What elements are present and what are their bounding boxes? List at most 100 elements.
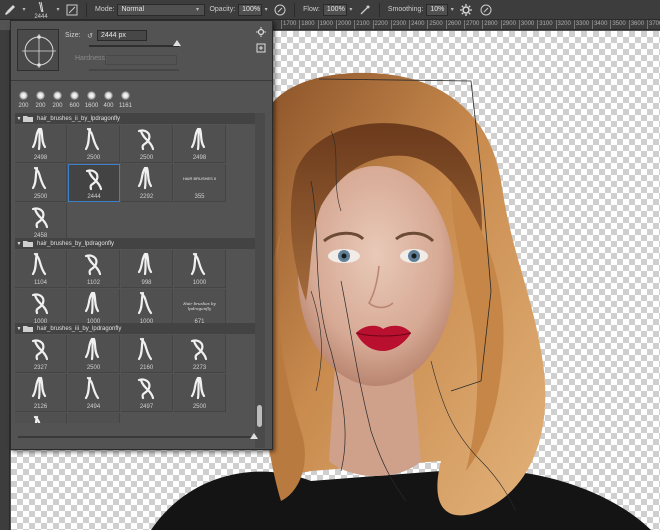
recent-brush[interactable]: 1600 — [83, 83, 100, 109]
scrollbar[interactable] — [255, 113, 265, 448]
tool-preset-dropdown-icon[interactable]: ▾ — [20, 6, 28, 13]
brush-preset[interactable]: 2498 — [15, 125, 67, 163]
smoothing-label: Smoothing: — [387, 6, 424, 13]
brush-size-label: 2444 — [87, 194, 101, 200]
brush-preset[interactable]: 2494 — [68, 374, 120, 412]
hair-brush-tip-icon — [84, 291, 100, 315]
flow-field[interactable]: 100% — [322, 3, 347, 16]
hair-brush-tip-icon — [137, 378, 155, 400]
brush-group-header[interactable]: ▼ hair_brushes_ii_by_lpdragonfly — [15, 113, 256, 124]
smoothing-field[interactable]: 10% — [426, 3, 449, 16]
brush-preset[interactable]: 1102 — [68, 250, 120, 288]
brush-angle-roundness-control[interactable] — [17, 29, 59, 71]
brush-preset[interactable]: 998 — [121, 250, 173, 288]
soft-round-brush-icon — [87, 91, 96, 100]
brush-preset-picker[interactable]: 2444 — [28, 0, 54, 20]
brush-size-label: 1102 — [87, 280, 100, 286]
ruler-tick: 2200 — [372, 20, 388, 29]
thumbnail-size-knob[interactable] — [250, 433, 258, 439]
pressure-size-icon[interactable] — [479, 3, 493, 17]
thumbnail-size-track[interactable] — [18, 436, 253, 438]
opacity-label: Opacity: — [209, 6, 236, 13]
size-field[interactable]: 2444 px — [97, 30, 147, 41]
recent-brush[interactable]: 200 — [32, 83, 49, 109]
brush-size-label: 2160 — [139, 365, 154, 371]
divider — [294, 2, 296, 17]
brush-group-name: hair_brushes_iii_by_lpdragonfly — [37, 325, 122, 332]
brush-preset[interactable]: 2160 — [121, 335, 173, 373]
recent-brush[interactable]: 600 — [66, 83, 83, 109]
brush-preset[interactable]: 1104 — [15, 250, 67, 288]
ruler-tick: 1900 — [317, 20, 333, 29]
opacity-field[interactable]: 100% — [238, 3, 263, 16]
recent-brush[interactable]: 400 — [100, 83, 117, 109]
chevron-down-icon: ▼ — [16, 240, 22, 247]
hair-brush-tip-icon — [137, 291, 153, 315]
brush-preset[interactable]: 2444 — [68, 164, 120, 202]
hair-brush-tip-icon — [190, 127, 206, 151]
brush-preset[interactable]: HAIR BRUSHES II480 — [68, 413, 120, 423]
brush-preset[interactable]: 2458 — [15, 203, 67, 241]
brush-preset[interactable]: 2500 — [121, 125, 173, 163]
reset-size-icon[interactable]: ↺ — [83, 32, 97, 40]
ruler-tick: 3600 — [628, 20, 644, 29]
brush-preset[interactable]: 2497 — [121, 374, 173, 412]
size-slider-track[interactable] — [89, 45, 179, 47]
flow-slider-dropdown-icon[interactable]: ▾ — [347, 6, 355, 13]
brush-preset-dropdown-icon[interactable]: ▾ — [54, 6, 62, 13]
recent-brush[interactable]: 1161 — [117, 83, 134, 109]
brush-preset[interactable]: 1000 — [174, 250, 226, 288]
brush-size-label: 2500 — [33, 194, 48, 200]
brush-preset[interactable]: 1000 — [121, 289, 173, 327]
thumbnail-size-slider[interactable] — [18, 433, 258, 439]
recent-brush[interactable]: 200 — [15, 83, 32, 109]
brush-preset[interactable]: 1000 — [68, 289, 120, 327]
brush-size-label: 2500 — [86, 365, 101, 371]
chevron-down-icon: ▾ — [195, 7, 199, 13]
hair-brush-tip-icon — [31, 376, 47, 400]
brush-size-label: 2327 — [33, 365, 48, 371]
soft-round-brush-icon — [53, 91, 62, 100]
recent-brush-size: 1161 — [119, 103, 132, 109]
brush-preset[interactable]: 2498 — [174, 125, 226, 163]
scrollbar-thumb[interactable] — [257, 405, 262, 427]
new-preset-icon[interactable] — [256, 43, 266, 55]
smoothing-slider-dropdown-icon[interactable]: ▾ — [448, 6, 456, 13]
size-slider-knob[interactable] — [173, 40, 181, 46]
brush-preset[interactable]: 2292 — [121, 164, 173, 202]
brush-size-label: 2292 — [139, 194, 154, 200]
ruler-tick: 3400 — [592, 20, 607, 29]
brush-preset[interactable]: Hair brushes by lpdragonfly 671 — [174, 289, 226, 327]
airbrush-icon[interactable] — [358, 3, 372, 17]
chevron-down-icon: ▼ — [16, 325, 22, 332]
recent-brush-size: 400 — [103, 103, 114, 109]
brush-settings-panel-toggle-icon[interactable] — [65, 3, 79, 17]
opacity-slider-dropdown-icon[interactable]: ▾ — [262, 6, 270, 13]
brush-preset[interactable]: 1000 — [15, 289, 67, 327]
brush-size-label: 2498 — [33, 155, 48, 161]
hair-brush-tip-icon — [31, 127, 47, 151]
brush-preset[interactable]: 2500 — [15, 164, 67, 202]
brush-preset[interactable]: 2273 — [174, 335, 226, 373]
brush-group-header[interactable]: ▼ hair_brushes_iii_by_lpdragonfly — [15, 323, 256, 334]
pressure-opacity-icon[interactable] — [273, 3, 287, 17]
brush-preset[interactable]: 2327 — [15, 335, 67, 373]
gear-icon[interactable] — [256, 27, 266, 39]
brush-preset[interactable]: 2500 — [68, 125, 120, 163]
brush-preset[interactable]: 2500 — [68, 335, 120, 373]
brush-preset[interactable]: 2491 — [15, 413, 67, 423]
brush-group-header[interactable]: ▼ hair_brushes_by_lpdragonfly — [15, 238, 256, 249]
vertical-ruler — [0, 30, 10, 530]
recent-brush[interactable]: 200 — [49, 83, 66, 109]
brush-size-label: 2498 — [192, 155, 207, 161]
brush-size-readout: 2444 — [34, 13, 48, 20]
brush-tool-icon[interactable] — [0, 0, 20, 20]
brush-preset[interactable]: 2126 — [15, 374, 67, 412]
brush-size-label: 998 — [141, 280, 152, 286]
gear-icon[interactable] — [459, 3, 473, 17]
brush-preset[interactable]: 2500 — [174, 374, 226, 412]
mode-select[interactable]: Normal ▾ — [117, 3, 206, 16]
brush-preset[interactable]: HAIR BRUSHES II 355 — [174, 164, 226, 202]
ruler-tick: 3500 — [610, 20, 626, 29]
hair-brush-tip-icon — [31, 166, 47, 190]
